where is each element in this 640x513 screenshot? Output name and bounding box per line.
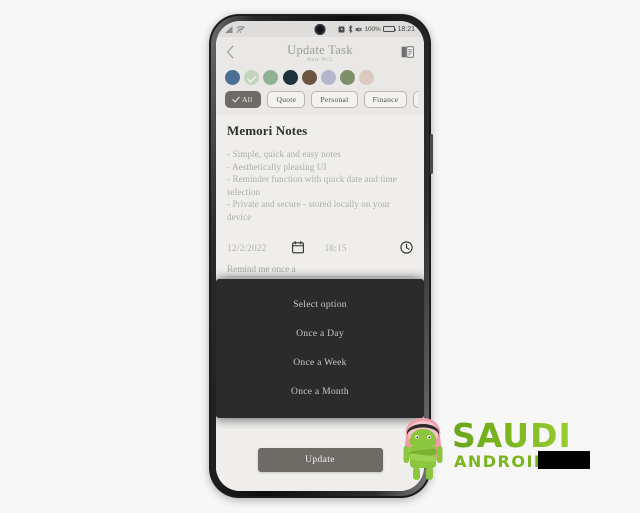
calendar-picker-button[interactable] [292, 240, 305, 257]
watermark-text-saudi: SAUDI [452, 416, 572, 455]
select-option-dialog: Select option Once a Day Once a Week Onc… [216, 279, 424, 418]
chip-finance[interactable]: Finance [363, 91, 408, 108]
page-subtitle: Note Nr:5 [307, 57, 333, 63]
battery-full-icon [382, 25, 397, 33]
color-swatch-sage-green[interactable] [263, 70, 279, 85]
bluetooth-icon [348, 25, 353, 33]
reminder-repeat-label: Remind me once a [227, 264, 413, 277]
redaction-bar [538, 451, 590, 469]
color-swatch-row [216, 69, 424, 91]
clock-icon [400, 240, 413, 254]
dialog-option-once-a-month[interactable]: Once a Month [216, 377, 424, 406]
wifi-off-icon [236, 25, 245, 33]
color-swatch-dark-navy[interactable] [282, 70, 298, 85]
chip-personal[interactable]: Personal [311, 91, 358, 108]
calendar-icon [292, 240, 305, 253]
dialog-option-once-a-day[interactable]: Once a Day [216, 319, 424, 348]
front-camera-icon [314, 24, 326, 35]
category-chip-row: All Quote Personal Finance [216, 91, 424, 115]
chevron-left-icon [227, 45, 234, 59]
dialog-header: Select option [293, 299, 347, 310]
update-button[interactable]: Update [257, 448, 383, 472]
alarm-icon [338, 26, 345, 32]
note-text[interactable]: - Simple, quick and easy notes - Aesthet… [227, 148, 413, 224]
phone-side-button[interactable] [430, 134, 433, 174]
notes-list-button[interactable] [398, 42, 414, 62]
status-bar-right: 100% 18:21 [338, 25, 415, 33]
title-block: Update Task Note Nr:5 [242, 42, 398, 63]
note-body: Memori Notes - Simple, quick and easy no… [216, 115, 424, 224]
color-swatch-lavender-gray[interactable] [320, 70, 336, 85]
chip-all[interactable]: All [225, 91, 262, 108]
color-swatch-pink-beige[interactable] [359, 70, 375, 85]
color-swatch-brown[interactable] [301, 70, 317, 85]
status-bar-left [225, 25, 245, 33]
android-mascot-keffiyeh-icon [403, 418, 443, 480]
color-swatch-steel-blue[interactable] [225, 70, 240, 85]
note-title[interactable]: Memori Notes [227, 123, 413, 139]
dialog-option-once-a-week[interactable]: Once a Week [216, 348, 424, 377]
back-button[interactable] [226, 42, 242, 62]
check-icon [232, 94, 240, 103]
reminder-datetime-row: 12/2/2022 18:15 [216, 223, 424, 257]
volume-mute-icon [355, 26, 362, 32]
signal-bars-icon [225, 25, 233, 33]
reminder-repeat-row[interactable]: Remind me once a [216, 256, 424, 277]
chip-overflow[interactable] [413, 91, 419, 108]
page-title: Update Task [287, 43, 353, 57]
chip-all-label: All [242, 95, 253, 104]
color-swatch-olive-green[interactable] [340, 70, 356, 85]
book-notes-icon [401, 46, 414, 58]
reminder-time-value[interactable]: 18:15 [324, 244, 346, 254]
watermark-logo: SAUDI ANDROID [390, 410, 620, 488]
status-bar-clock: 18:21 [397, 25, 415, 33]
reminder-date-value[interactable]: 12/2/2022 [227, 244, 266, 254]
battery-percent-label: 100% [364, 25, 381, 33]
status-bar: 100% 18:21 [216, 21, 424, 37]
app-bar: Update Task Note Nr:5 [216, 37, 424, 69]
chip-quote[interactable]: Quote [267, 91, 306, 108]
color-swatch-pale-green[interactable] [244, 70, 260, 85]
time-picker-button[interactable] [400, 240, 413, 257]
watermark-text-android: ANDROID [454, 452, 549, 471]
